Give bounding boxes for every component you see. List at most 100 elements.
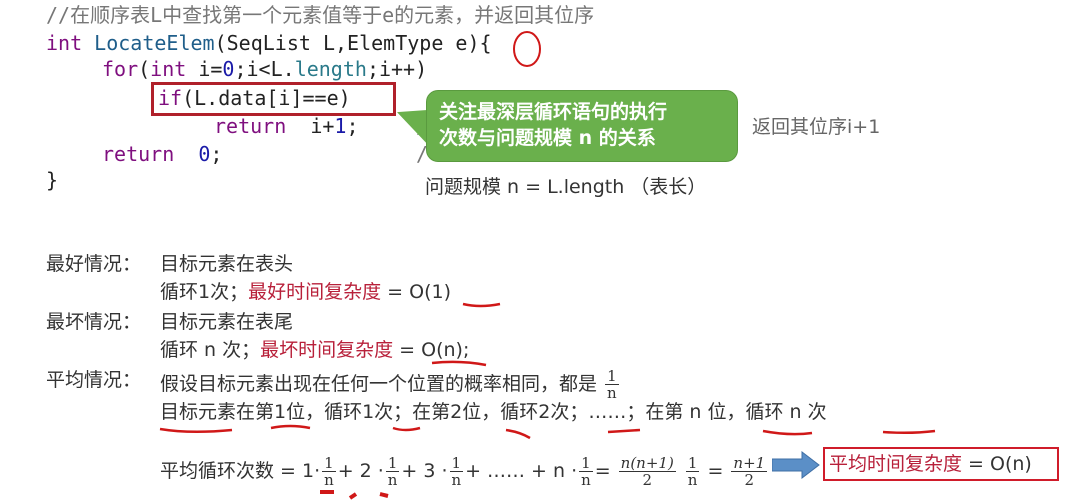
frac-den: 2 — [744, 471, 755, 489]
problem-size: 问题规模 n = L.length （表长） — [425, 176, 707, 198]
frac-num: n(n+1) — [618, 454, 676, 472]
best-case-label: 最好情况： — [46, 253, 142, 275]
callout-line-2: 次数与问题规模 n 的关系 — [439, 127, 656, 149]
best-complexity-label: 最好时间复杂度 — [248, 281, 382, 303]
term-coefficient: 2 · — [359, 460, 384, 482]
number-literal: 0 — [222, 57, 235, 81]
frac-num: 1 — [605, 367, 619, 385]
ink-mark — [379, 492, 389, 498]
frac-den: n — [687, 471, 698, 489]
average-cases: 目标元素在第1位，循环1次；在第2位，循环2次；……；在第 n 位，循环 n 次 — [160, 401, 827, 423]
code-comment: //在顺序表L中查找第一个元素值等于e的元素，并返回其位序 — [46, 3, 595, 27]
ink-mark — [348, 492, 358, 500]
frac-den: n — [581, 471, 591, 489]
code-text: (L.data[i]==e) — [182, 86, 351, 110]
average-case-desc: 假设目标元素出现在任何一个位置的概率相同，都是 — [160, 373, 598, 395]
worst-case-label: 最坏情况： — [46, 311, 142, 333]
term-coefficient: 3 · — [423, 460, 448, 482]
code-line-close-brace: } — [46, 168, 59, 192]
callout-line-1: 关注最深层循环语句的执行 — [439, 101, 668, 123]
keyword-for: for — [102, 57, 139, 81]
underline-annotation — [505, 428, 531, 440]
final-fraction: n+1 2 — [731, 454, 768, 489]
keyword-if: if — [158, 86, 183, 110]
worst-loops: 循环 n 次； — [160, 339, 261, 361]
callout-tail — [397, 98, 429, 146]
term-fraction: 1n — [322, 455, 336, 488]
formula-term: 3 · 1 n + …… + — [423, 455, 554, 488]
frac-den: n — [607, 384, 617, 402]
average-complexity-label: 平均时间复杂度 — [829, 453, 963, 475]
term-fraction: 1n — [385, 454, 400, 489]
frac-num: n+1 — [731, 454, 768, 472]
code-text: ; — [210, 142, 223, 166]
underline-annotation — [462, 302, 501, 308]
formula-terms: 1· 1 n + 2 · 1 n + 3 · 1 n + …… + n · 1 n = — [302, 455, 617, 488]
formula-term: 2 · 1 n + — [359, 455, 424, 488]
term-coefficient: 1· — [302, 460, 321, 482]
average-result-box: 平均时间复杂度 = O(n) — [823, 447, 1059, 481]
code-line-for: for(int i=0;i<L.length;i++) — [102, 56, 427, 82]
function-name: LocateElem — [94, 31, 215, 55]
sum-mult-fraction: 1n — [685, 454, 700, 489]
best-complexity-value: = O(1) — [381, 281, 451, 303]
underline-annotation — [270, 424, 311, 430]
code-line-return-0: return 0; — [102, 141, 222, 167]
code-text: ;i++) — [366, 57, 428, 81]
term-operator: + — [337, 460, 360, 482]
term-fraction: 1n — [579, 455, 593, 488]
sum-fraction: n(n+1) 2 — [618, 454, 676, 489]
underline-annotation — [882, 429, 936, 435]
frac-num: 1 — [449, 454, 464, 472]
field-length: length — [294, 57, 367, 81]
callout-bubble: 关注最深层循环语句的执行 次数与问题规模 n 的关系 — [426, 90, 738, 162]
circle-annotation — [513, 31, 541, 67]
best-case-line: 循环1次；最好时间复杂度 = O(1) — [160, 280, 451, 304]
average-complexity-value: = O(n) — [962, 453, 1032, 475]
formula-term: 1· 1 n + — [302, 455, 360, 488]
code-line-return-i: return i+1; — [214, 113, 359, 139]
underline-annotation — [607, 428, 641, 434]
number-literal: 1 — [334, 114, 347, 138]
frac-den: n — [451, 471, 462, 489]
average-case-label: 平均情况： — [46, 369, 142, 391]
term-operator: + — [401, 460, 424, 482]
param-e: e — [455, 31, 468, 55]
frac-num: 1 — [385, 454, 400, 472]
params-pre: (SeqList L,ElemType — [214, 31, 456, 55]
keyword-int: int — [150, 57, 187, 81]
code-text: ;i<L. — [234, 57, 295, 81]
average-case-desc-line: 假设目标元素出现在任何一个位置的概率相同，都是 1n — [160, 368, 621, 401]
number-literal: 0 — [174, 142, 211, 166]
term-coefficient: n · — [553, 460, 578, 482]
keyword-int: int — [46, 31, 83, 55]
worst-complexity-label: 最坏时间复杂度 — [260, 339, 394, 361]
frac-den: 2 — [642, 471, 653, 489]
frac-num: 1 — [685, 454, 700, 472]
code-text: i+ — [286, 114, 335, 138]
best-loops: 循环1次； — [160, 281, 249, 303]
keyword-return: return — [214, 114, 287, 138]
underline-annotation — [159, 427, 233, 434]
code-comment-return: 返回其位序i+1 — [752, 116, 881, 138]
worst-case-desc: 目标元素在表尾 — [160, 311, 294, 333]
term-operator: + …… + — [465, 460, 554, 482]
code-line-if: if(L.data[i]==e) — [158, 85, 351, 111]
formula-label: 平均循环次数 = — [160, 460, 302, 482]
underline-annotation — [392, 426, 421, 432]
keyword-return: return — [102, 142, 175, 166]
frac-den: n — [324, 471, 334, 489]
underline-annotation — [762, 429, 813, 436]
right-arrow-icon — [772, 451, 820, 479]
code-text: i= — [186, 57, 223, 81]
best-case-desc: 目标元素在表头 — [160, 253, 294, 275]
frac-den: n — [387, 471, 398, 489]
code-line-signature: int LocateElem(SeqList L,ElemType e){ — [46, 30, 492, 56]
code-text: ; — [346, 114, 359, 138]
paren: ( — [138, 57, 151, 81]
frac-num: 1 — [579, 454, 593, 472]
equals-sign: = — [707, 460, 724, 482]
probability-fraction: 1n — [605, 368, 619, 401]
worst-case-line: 循环 n 次；最坏时间复杂度 = O(n); — [160, 338, 469, 362]
term-operator: = — [594, 460, 617, 482]
